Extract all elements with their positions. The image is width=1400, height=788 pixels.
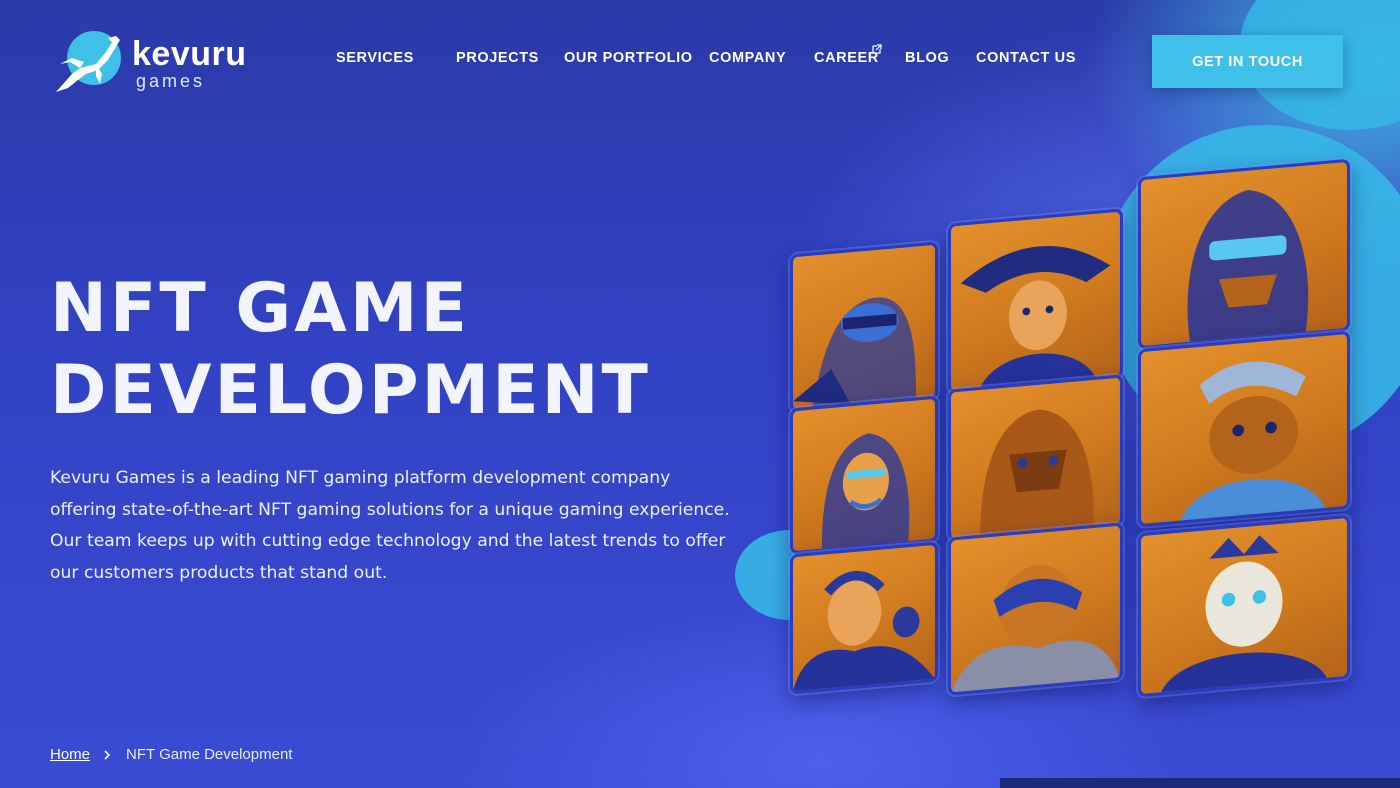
nav-company[interactable]: COMPANY	[709, 50, 786, 66]
nav-contact-us[interactable]: CONTACT US	[976, 50, 1076, 66]
witch-hat-portrait	[948, 208, 1123, 394]
nav-projects[interactable]: PROJECTS	[456, 50, 539, 66]
soldier-with-cat-portrait	[790, 541, 938, 695]
nav-services[interactable]: SERVICES	[336, 50, 414, 66]
tribal-woman-portrait	[790, 395, 938, 555]
stone-golem-portrait	[948, 374, 1123, 542]
bottom-section-edge	[1000, 778, 1400, 788]
nav-career-item[interactable]: CAREER	[814, 44, 882, 66]
brand-name: kevuru	[132, 34, 247, 73]
armored-knight-portrait	[1138, 158, 1350, 350]
leaping-deer-logo-icon	[56, 31, 121, 92]
site-header: kevuru games SERVICES PROJECTS OUR PORTF…	[0, 0, 1400, 120]
masked-warrior-portrait	[790, 241, 938, 413]
masked-brute-portrait	[948, 522, 1123, 696]
external-link-icon	[872, 44, 882, 54]
page-title-line-1: NFT GAME	[50, 269, 470, 348]
breadcrumb-current: NFT Game Development	[126, 746, 293, 763]
breadcrumb: Home NFT Game Development	[50, 746, 292, 763]
page-title: NFT GAME DEVELOPMENT	[50, 268, 670, 432]
nft-character-gallery	[780, 140, 1370, 700]
page-title-line-2: DEVELOPMENT	[50, 351, 651, 430]
get-in-touch-button[interactable]: GET IN TOUCH	[1152, 35, 1343, 88]
hero-description: Kevuru Games is a leading NFT gaming pla…	[50, 468, 730, 583]
brand-logo[interactable]: kevuru games	[50, 28, 260, 98]
nav-career[interactable]: CAREER	[814, 50, 879, 66]
breadcrumb-home-link[interactable]: Home	[50, 746, 90, 763]
lizard-creature-portrait	[1138, 330, 1350, 528]
brand-subtitle: games	[136, 70, 206, 91]
nav-blog[interactable]: BLOG	[905, 50, 949, 66]
chevron-right-icon	[104, 749, 111, 760]
skeleton-king-portrait	[1138, 514, 1350, 698]
nav-our-portfolio[interactable]: OUR PORTFOLIO	[564, 50, 693, 66]
